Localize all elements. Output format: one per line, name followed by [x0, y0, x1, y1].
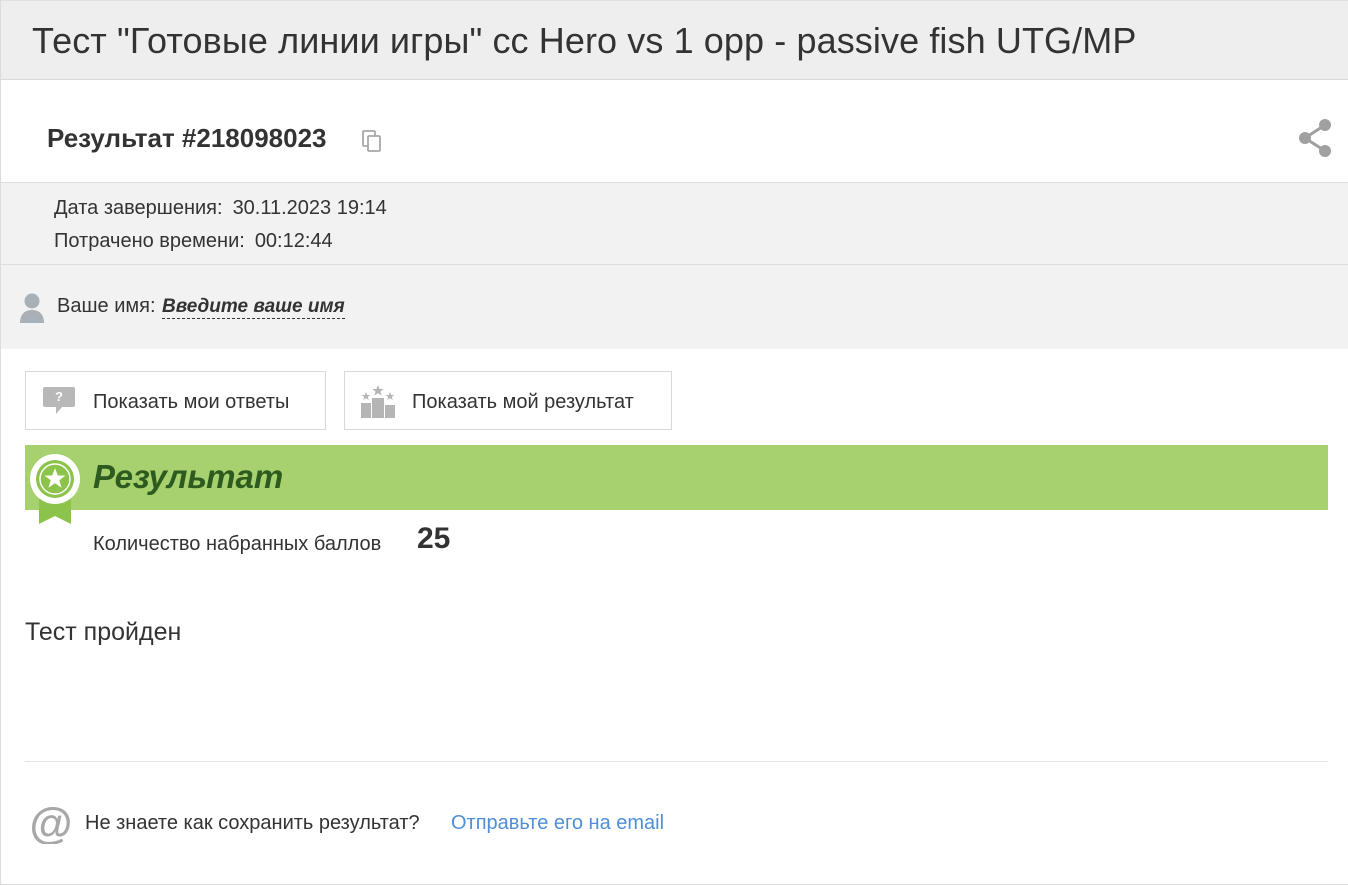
result-meta: Дата завершения: 30.11.2023 19:14 Потраче…: [1, 183, 1348, 265]
show-answers-button[interactable]: ? Показать мои ответы: [25, 371, 326, 430]
at-icon: @: [30, 802, 72, 844]
result-header: Результат #218098023: [1, 80, 1348, 183]
title-bar: Тест "Готовые линии игры" сс Hero vs 1 o…: [1, 0, 1348, 80]
completion-date-value: 30.11.2023 19:14: [232, 197, 387, 219]
show-result-button[interactable]: Показать мой результат: [344, 371, 672, 430]
result-banner: Результат: [25, 445, 1328, 510]
copy-icon[interactable]: [361, 129, 383, 153]
svg-text:?: ?: [55, 389, 63, 404]
time-spent-row: Потрачено времени: 00:12:44: [54, 230, 333, 253]
test-status: Тест пройден: [25, 618, 182, 646]
name-bar: Ваше имя: Введите ваше имя: [1, 265, 1348, 349]
show-answers-label: Показать мои ответы: [93, 391, 290, 413]
show-result-label: Показать мой результат: [412, 391, 634, 413]
score-value: 25: [417, 522, 451, 555]
score-label: Количество набранных баллов: [93, 533, 382, 555]
question-bubble-icon: ?: [43, 387, 75, 414]
user-icon: [20, 293, 44, 323]
share-icon[interactable]: [1297, 118, 1333, 158]
divider: [25, 761, 1328, 762]
name-input[interactable]: Введите ваше имя: [162, 296, 345, 319]
time-spent-label: Потрачено времени:: [54, 230, 245, 252]
podium-icon: [361, 385, 395, 418]
time-spent-value: 00:12:44: [254, 230, 333, 252]
save-question: Не знаете как сохранить результат?: [85, 812, 420, 834]
completion-date-label: Дата завершения:: [54, 197, 223, 219]
page-title: Тест "Готовые линии игры" сс Hero vs 1 o…: [32, 20, 1137, 61]
result-id: Результат #218098023: [47, 123, 327, 153]
result-heading: Результат: [93, 458, 284, 495]
svg-text:@: @: [30, 802, 72, 844]
send-email-link[interactable]: Отправьте его на email: [451, 812, 664, 835]
name-label: Ваше имя:: [57, 295, 156, 317]
page: Тест "Готовые линии игры" сс Hero vs 1 o…: [0, 0, 1348, 885]
completion-date-row: Дата завершения: 30.11.2023 19:14: [54, 197, 387, 220]
award-badge-icon: [30, 454, 80, 524]
